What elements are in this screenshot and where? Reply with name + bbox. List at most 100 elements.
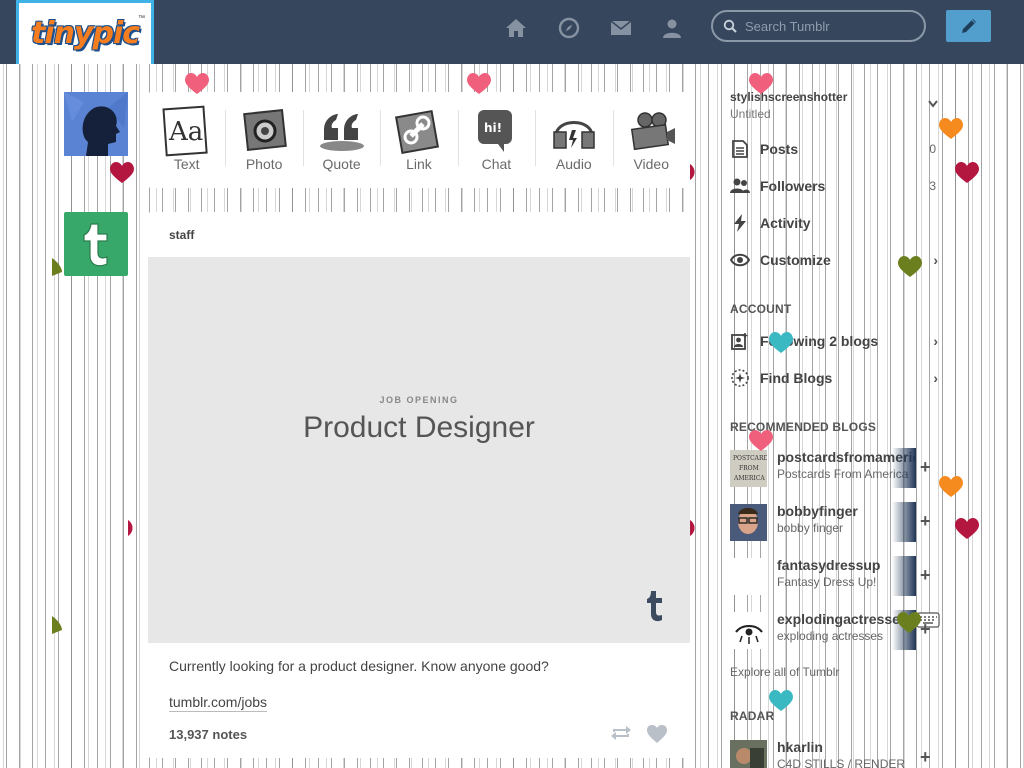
posts-document-icon [732,140,748,158]
account-person-icon[interactable] [660,16,684,40]
svg-text:FROM: FROM [739,465,759,472]
following-label: Following 2 blogs [760,333,879,349]
post-type-text-label: Text [173,156,200,172]
quote-icon [319,114,364,151]
explore-link[interactable]: Explore all of Tumblr [730,665,839,679]
follow-plus-button[interactable]: + [920,457,931,478]
recommended-blog-item[interactable]: explodingactresses exploding actresses + [730,610,940,650]
followers-count: 3 [929,179,936,193]
pencil-icon [961,19,976,33]
silhouette-avatar-icon [64,92,128,156]
posts-label: Posts [760,141,799,157]
find-blogs-compass-icon [731,369,749,387]
home-icon[interactable] [504,16,528,40]
sidebar-item-activity[interactable]: Activity [730,212,940,234]
staff-avatar[interactable] [64,212,128,276]
job-headline: Product Designer [303,411,535,444]
heart-icon [110,162,134,183]
recommended-blog-avatar [730,558,767,595]
dark-fade-overlay [892,448,916,488]
follow-plus-button[interactable]: + [920,565,931,586]
sidebar-item-customize[interactable]: Customize › [730,249,940,271]
job-kicker: JOB OPENING [379,395,459,405]
follow-plus-button[interactable]: + [920,619,931,640]
post-type-audio-label: Audio [555,156,592,172]
post-type-audio[interactable]: Audio [535,92,612,188]
tumblr-t-logo-icon [83,223,108,267]
recommended-blog-avatar [730,504,767,541]
sidebar-item-following[interactable]: Following 2 blogs › [730,330,940,352]
link-chain-icon [394,109,439,155]
svg-text:Aa: Aa [168,117,203,147]
post-notes-count[interactable]: 13,937 notes [169,727,247,742]
recommended-blog-item[interactable]: fantasydressup Fantasy Dress Up! + [730,556,940,596]
compose-post-button[interactable] [946,10,991,42]
post-type-link[interactable]: Link [380,92,457,188]
post-author[interactable]: staff [169,228,194,242]
blog-title: Untitled [730,107,771,121]
recommended-blogs-heading: RECOMMENDED BLOGS [730,420,877,434]
followers-label: Followers [760,178,826,194]
logo-trademark: ™ [138,15,145,22]
find-blogs-label: Find Blogs [760,370,833,386]
chat-bubble-icon: hi! [478,110,513,152]
sidebar-item-find-blogs[interactable]: Find Blogs › [730,367,940,389]
follow-plus-button[interactable]: + [920,747,931,768]
svg-text:AMERICA: AMERICA [733,475,765,482]
radar-heading: RADAR [730,709,775,723]
heart-icon [955,162,979,183]
radar-blog-avatar [730,740,767,768]
audio-headphones-icon [553,121,595,149]
heart-icon [690,520,695,536]
follow-plus-button[interactable]: + [920,511,931,532]
customize-eye-icon [730,253,750,267]
search-input[interactable] [745,18,915,34]
post-type-photo-label: Photo [245,156,283,172]
radar-blog-name: hkarlin [777,739,823,755]
recommended-blog-item[interactable]: bobbyfinger bobby finger + [730,502,940,542]
post-image[interactable]: JOB OPENING Product Designer [148,257,690,643]
user-avatar[interactable] [64,92,128,156]
post-type-video[interactable]: Video [612,92,690,188]
top-navbar: tinypic ™ [0,0,1024,64]
messages-envelope-icon[interactable] [609,16,633,40]
customize-label: Customize [760,252,831,268]
render-photo-icon [730,740,767,768]
recommended-blog-avatar: POSTCARDS FROM AMERICA [730,450,767,487]
tumblr-t-watermark-icon [647,591,662,622]
search-box[interactable] [711,10,926,42]
activity-label: Activity [760,215,811,231]
dashboard-post: staff JOB OPENING Product Designer Curre… [148,212,690,758]
post-link[interactable]: tumblr.com/jobs [169,694,268,712]
following-contact-icon [731,333,748,350]
post-type-chat[interactable]: hi! Chat [457,92,535,188]
logo-text: tinypic [30,16,140,51]
post-type-bar: Aa Text Photo Quote Link hi! Chat Audio … [148,92,690,188]
video-camera-icon [631,112,676,151]
post-body-text: Currently looking for a product designer… [169,658,549,674]
heart-icon [690,164,695,180]
post-type-quote[interactable]: Quote [302,92,380,188]
svg-text:hi!: hi! [484,121,502,135]
reblog-icon[interactable] [610,724,632,742]
sidebar-item-followers[interactable]: Followers 3 [730,175,940,197]
heart-icon [128,520,133,536]
explore-compass-icon[interactable] [557,16,581,40]
post-type-chat-label: Chat [481,156,512,172]
post-type-photo[interactable]: Photo [225,92,302,188]
like-heart-icon[interactable] [646,724,668,744]
chevron-right-icon: › [933,252,938,268]
sidebar-item-posts[interactable]: Posts 0 [730,138,940,160]
chevron-down-icon[interactable] [928,100,938,108]
tinypic-logo[interactable]: tinypic ™ [16,0,154,64]
recommended-blog-item[interactable]: POSTCARDS FROM AMERICA postcardsfromamer… [730,448,940,488]
postcard-avatar-icon: POSTCARDS FROM AMERICA [730,450,767,487]
svg-text:POSTCARDS: POSTCARDS [733,455,767,462]
post-type-text[interactable]: Aa Text [148,92,225,188]
account-heading: ACCOUNT [730,302,792,316]
radar-blog-item[interactable]: hkarlin C4D STILLS / RENDER + [730,738,940,768]
dark-fade-overlay [892,502,916,542]
eye-sketch-icon [735,625,763,644]
blog-name[interactable]: stylishscreenshotter [730,90,847,104]
recommended-blog-avatar [730,612,767,649]
